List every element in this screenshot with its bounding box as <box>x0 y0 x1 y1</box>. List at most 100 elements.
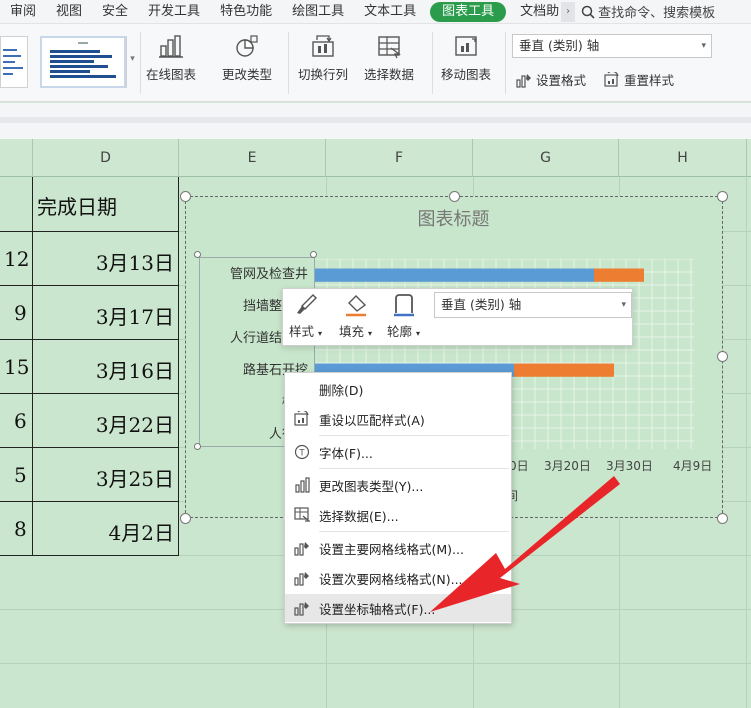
chart-style-thumbnail-1[interactable] <box>0 36 28 88</box>
tab-document-assistant[interactable]: 文档助 <box>510 0 561 24</box>
menu-item-label: 重设以匹配样式(A) <box>319 412 425 428</box>
command-search[interactable]: 查找命令、搜索模板 <box>581 2 715 21</box>
svg-text:T: T <box>299 448 305 458</box>
bar-orange[interactable] <box>514 363 614 377</box>
x-axis-tick-label: 3月20日 <box>544 459 591 473</box>
move-chart-icon <box>455 36 477 56</box>
move-chart-button[interactable]: 移动图表 <box>441 34 491 83</box>
bar-orange[interactable] <box>594 268 644 282</box>
menu-item-format-major-gridlines[interactable]: 设置主要网格线格式(M)... <box>285 534 511 562</box>
table-cell[interactable]: 5 <box>14 463 27 487</box>
chart-element-select[interactable]: 垂直 (类别) 轴 ▾ <box>512 34 712 58</box>
bar-chart-icon <box>295 477 310 493</box>
ribbon-divider <box>432 32 433 94</box>
reset-style-icon <box>294 411 309 426</box>
select-data-button[interactable]: 选择数据 <box>364 34 414 83</box>
formula-bar-area <box>0 103 751 139</box>
move-chart-label: 移动图表 <box>441 67 492 82</box>
table-cell[interactable]: 15 <box>4 355 29 379</box>
menu-bar: 审阅 视图 安全 开发工具 特色功能 绘图工具 文本工具 图表工具 文档助 › … <box>0 0 751 24</box>
table-cell[interactable]: 12 <box>4 247 29 271</box>
column-header-g[interactable]: G <box>473 139 619 177</box>
table-cell[interactable]: 9 <box>14 301 27 325</box>
reset-style-button[interactable]: 重置样式 <box>604 70 674 89</box>
change-type-label: 更改类型 <box>222 67 273 82</box>
date-cell[interactable]: 3月16日 <box>96 355 174 384</box>
reset-style-icon <box>604 71 619 87</box>
online-chart-button[interactable]: 在线图表 <box>146 34 196 83</box>
date-cell[interactable]: 3月13日 <box>96 247 174 276</box>
change-type-button[interactable]: 更改类型 <box>222 34 272 83</box>
menu-item-change-chart-type[interactable]: 更改图表类型(Y)... <box>285 471 511 499</box>
resize-handle[interactable] <box>180 191 191 202</box>
menu-item-reset-style[interactable]: 重设以匹配样式(A) <box>285 405 511 433</box>
menu-item-select-data[interactable]: 选择数据(E)... <box>285 501 511 529</box>
outline-button[interactable]: 轮廓 ▾ <box>387 293 420 340</box>
date-cell[interactable]: 3月17日 <box>96 301 174 330</box>
font-icon: T <box>294 444 310 460</box>
menu-item-delete[interactable]: 删除(D) <box>285 375 511 403</box>
ribbon-divider <box>505 32 506 94</box>
column-header-f[interactable]: F <box>326 139 473 177</box>
tab-special-features[interactable]: 特色功能 <box>210 0 282 24</box>
date-cell[interactable]: 3月22日 <box>96 409 174 438</box>
tab-security[interactable]: 安全 <box>92 0 138 24</box>
column-header-h[interactable]: H <box>619 139 747 177</box>
x-axis-tick-label: 4月9日 <box>673 459 713 473</box>
resize-handle[interactable] <box>717 191 728 202</box>
chart-element-select[interactable]: 垂直 (类别) 轴 ▾ <box>434 292 632 318</box>
chart-element-select-value: 垂直 (类别) 轴 <box>519 38 600 53</box>
header-cell-completion-date[interactable]: 完成日期 <box>37 191 117 220</box>
tab-text-tools[interactable]: 文本工具 <box>354 0 426 24</box>
fill-button[interactable]: 填充 ▾ <box>339 293 372 340</box>
menu-item-label: 删除(D) <box>319 382 364 398</box>
resize-handle[interactable] <box>717 351 728 362</box>
chart-style-thumbnail-2[interactable] <box>40 36 126 88</box>
menu-item-format-minor-gridlines[interactable]: 设置次要网格线格式(N)... <box>285 564 511 592</box>
tab-chart-tools[interactable]: 图表工具 <box>430 1 507 22</box>
resize-handle[interactable] <box>717 513 728 524</box>
chevron-down-icon: ▾ <box>621 300 626 310</box>
chevron-down-icon: ▾ <box>130 54 135 64</box>
reset-style-label: 重置样式 <box>624 73 675 88</box>
tab-review[interactable]: 审阅 <box>0 0 46 24</box>
style-gallery-scroll[interactable]: ▾ <box>126 36 138 88</box>
x-axis-tick-label: 3月30日 <box>606 459 653 473</box>
tab-developer-tools[interactable]: 开发工具 <box>138 0 210 24</box>
column-header-c[interactable] <box>0 139 33 177</box>
set-format-button[interactable]: 设置格式 <box>516 70 586 89</box>
menu-more-button[interactable]: › <box>561 1 576 22</box>
bar-blue[interactable] <box>314 268 594 282</box>
axis-selection-handle[interactable] <box>310 251 317 258</box>
style-button[interactable]: 样式 ▾ <box>289 293 322 340</box>
date-cell[interactable]: 3月25日 <box>96 463 174 492</box>
column-header-e[interactable]: E <box>179 139 326 177</box>
select-data-icon <box>378 36 401 59</box>
floating-format-toolbar: 样式 ▾ 填充 ▾ 轮廓 ▾ 垂直 (类别) 轴 ▾ <box>282 288 633 346</box>
format-chart-icon <box>294 542 309 556</box>
style-label: 样式 <box>289 324 315 339</box>
menu-item-format-axis[interactable]: 设置坐标轴格式(F)... <box>285 594 511 622</box>
switch-row-column-button[interactable]: 切换行列 <box>298 34 348 83</box>
chart-title[interactable]: 图表标题 <box>186 205 721 231</box>
chart-element-select-value: 垂直 (类别) 轴 <box>441 297 522 312</box>
resize-handle[interactable] <box>180 513 191 524</box>
ribbon-divider <box>288 32 289 94</box>
menu-item-font[interactable]: T 字体(F)... <box>285 438 511 466</box>
tab-drawing-tools[interactable]: 绘图工具 <box>282 0 354 24</box>
column-header-d[interactable]: D <box>33 139 179 177</box>
format-chart-icon <box>516 73 531 88</box>
axis-selection-handle[interactable] <box>194 443 201 450</box>
menu-item-label: 设置坐标轴格式(F)... <box>319 601 436 617</box>
axis-selection-handle[interactable] <box>194 251 201 258</box>
table-cell[interactable]: 6 <box>14 409 27 433</box>
menu-item-label: 字体(F)... <box>319 445 373 461</box>
menu-item-label: 设置次要网格线格式(N)... <box>319 571 463 587</box>
date-cell[interactable]: 4月2日 <box>109 517 174 546</box>
menu-item-label: 设置主要网格线格式(M)... <box>319 541 464 557</box>
chevron-down-icon: ▾ <box>701 41 706 51</box>
resize-handle[interactable] <box>449 191 460 202</box>
ribbon: ▾ 在线图表 更改类型 切换行列 选择数据 移动图表 垂直 (类别) 轴 ▾ 设… <box>0 24 751 102</box>
tab-view[interactable]: 视图 <box>46 0 92 24</box>
table-cell[interactable]: 8 <box>14 517 27 541</box>
